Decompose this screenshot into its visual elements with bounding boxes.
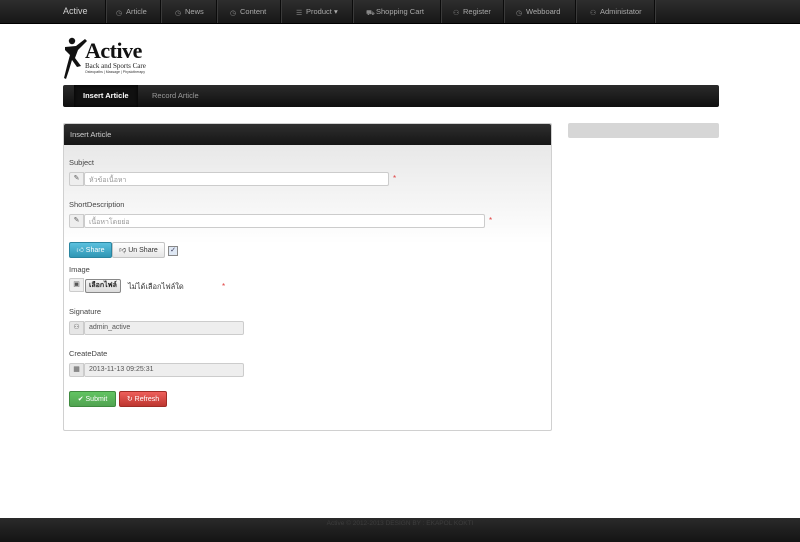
refresh-label: Refresh — [134, 396, 160, 403]
logo-tagline: Back and Sports Care — [85, 62, 146, 70]
submit-button[interactable]: ✔ Submit — [69, 391, 116, 407]
unshare-button[interactable]: 👎︎ Un Share — [112, 242, 165, 258]
list-icon: ☰ — [296, 10, 303, 17]
nav-divider — [160, 0, 161, 23]
panel-title: Insert Article — [64, 124, 551, 145]
nav-item-label: Article — [126, 7, 147, 16]
edit-icon: ✎ — [69, 214, 84, 228]
unshare-label: Un Share — [128, 247, 158, 254]
subject-label: Subject — [69, 158, 95, 167]
signature-field: admin_active — [84, 321, 244, 335]
brand-link[interactable]: Active — [63, 6, 88, 16]
nav-divider — [352, 0, 353, 23]
signature-label: Signature — [69, 307, 102, 316]
clock-icon: ◷ — [175, 10, 182, 17]
nav-item-product[interactable]: ☰ Product ▾ — [292, 0, 342, 23]
clock-icon: ◷ — [230, 10, 237, 17]
create-date-field: 2013-11-13 09:25:31 — [84, 363, 244, 377]
sidebar-placeholder — [568, 123, 719, 138]
create-date-value: 2013-11-13 09:25:31 — [89, 366, 154, 373]
short-description-input[interactable]: เนื้อหาโดยย่อ — [84, 214, 485, 228]
thumbs-down-icon: 👎︎ — [119, 247, 127, 254]
subject-input[interactable]: หัวข้อเนื้อหา — [84, 172, 389, 186]
thumbs-up-icon: 👍︎ — [76, 247, 84, 254]
nav-item-label: Content — [240, 7, 267, 16]
user-icon: ⚇ — [453, 10, 460, 17]
submit-label: Submit — [85, 396, 108, 403]
user-icon: ⚇ — [590, 10, 597, 17]
edit-icon: ✎ — [69, 172, 84, 186]
top-navbar: Active ◷ Article ◷ News ◷ Content ☰ Product … — [0, 0, 800, 24]
required-mark: * — [222, 282, 226, 291]
choose-file-button[interactable]: เลือกไฟล์ — [85, 279, 121, 293]
share-button[interactable]: 👍︎ Share — [69, 242, 112, 258]
required-mark: * — [489, 216, 493, 225]
clock-icon: ◷ — [516, 10, 523, 17]
logo-subtagline: Osteopaths | Massage | Physiotherapy — [85, 70, 145, 74]
article-tabs: Insert Article Record Article — [63, 85, 719, 107]
create-date-label: CreateDate — [69, 349, 108, 358]
short-description-placeholder: เนื้อหาโดยย่อ — [89, 219, 130, 226]
nav-item-administator[interactable]: ⚇ Administator — [586, 0, 646, 23]
insert-article-panel: Insert Article — [63, 123, 552, 431]
nav-item-register[interactable]: ⚇ Register — [449, 0, 495, 23]
nav-divider — [105, 0, 106, 23]
nav-divider — [503, 0, 504, 23]
nav-divider — [280, 0, 281, 23]
footer-copyright: Active © 2012-2013 DESIGN BY : EKAPOL KO… — [326, 520, 474, 527]
refresh-button[interactable]: ↻ Refresh — [119, 391, 167, 407]
share-label: Share — [85, 247, 105, 254]
nav-divider — [654, 0, 655, 23]
nav-item-label: Shopping Cart — [376, 7, 424, 16]
nav-item-news[interactable]: ◷ News — [171, 0, 208, 23]
subject-placeholder: หัวข้อเนื้อหา — [89, 177, 127, 184]
nav-item-content[interactable]: ◷ Content — [226, 0, 270, 23]
nav-divider — [440, 0, 441, 23]
nav-item-shopping-cart[interactable]: ⛟Shopping Cart — [362, 0, 428, 23]
image-label: Image — [69, 265, 90, 274]
nav-divider — [575, 0, 576, 23]
file-status-text: ไม่ได้เลือกไฟล์ใด — [128, 282, 184, 291]
site-logo[interactable]: Active Back and Sports Care Osteopaths |… — [63, 36, 153, 80]
nav-item-label: News — [185, 7, 204, 16]
nav-divider — [216, 0, 217, 23]
signature-value: admin_active — [89, 324, 131, 331]
tab-insert-article[interactable]: Insert Article — [74, 85, 138, 107]
nav-item-article[interactable]: ◷ Article — [112, 0, 151, 23]
page-footer: Active © 2012-2013 DESIGN BY : EKAPOL KO… — [0, 518, 800, 542]
nav-item-label: Webboard — [526, 7, 561, 16]
clock-icon: ◷ — [116, 10, 123, 17]
share-checkbox[interactable]: ✓ — [168, 246, 178, 256]
refresh-icon: ↻ — [126, 396, 133, 403]
nav-item-label: Product — [306, 7, 332, 16]
nav-item-label: Administator — [600, 7, 642, 16]
picture-icon: ▣ — [69, 278, 84, 292]
required-mark: * — [393, 174, 397, 183]
nav-item-webboard[interactable]: ◷ Webboard — [512, 0, 564, 23]
tab-record-article[interactable]: Record Article — [143, 85, 208, 107]
calendar-icon: ▦ — [69, 363, 84, 377]
nav-item-label: Register — [463, 7, 491, 16]
chevron-down-icon: ▾ — [333, 7, 338, 16]
cart-icon: ⛟ — [366, 10, 375, 17]
user-icon: ⚇ — [69, 321, 84, 335]
ok-circle-icon: ✔ — [77, 396, 84, 403]
logo-wordmark: Active — [85, 38, 142, 63]
short-description-label: ShortDescription — [69, 200, 125, 209]
